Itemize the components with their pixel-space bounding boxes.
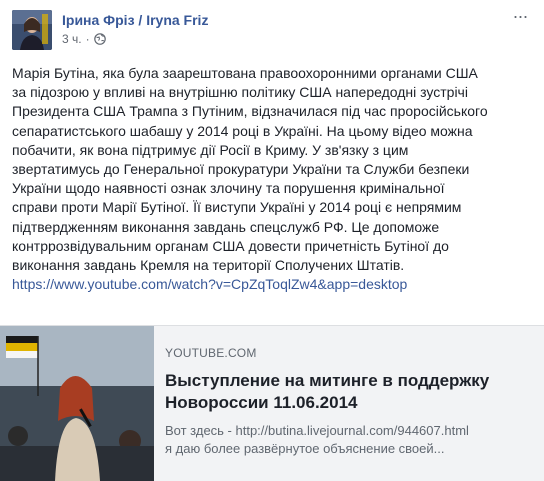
avatar[interactable] (12, 10, 52, 50)
preview-desc-line: Вот здесь - http://butina.livejournal.co… (165, 423, 469, 438)
meta-separator: · (85, 32, 90, 46)
post-text-line: справи проти Марії Бутіної. Її виступи У… (12, 199, 462, 216)
preview-body: YOUTUBE.COM Выступление на митинге в под… (165, 346, 537, 458)
post-text: Марія Бутіна, яка була заарештована прав… (12, 64, 528, 294)
post-timestamp[interactable]: 3 ч. (62, 32, 82, 46)
post-text-line: побачити, як вона підтримує дії Росії в … (12, 141, 409, 158)
post-text-line: контррозвідувальним органам США довести … (12, 237, 449, 254)
preview-title[interactable]: Выступление на митинге в поддержку Новор… (165, 370, 537, 414)
link-preview-card[interactable]: YOUTUBE.COM Выступление на митинге в под… (0, 325, 544, 481)
globe-icon[interactable] (93, 33, 106, 45)
post-text-line: Марія Бутіна, яка була заарештована прав… (12, 65, 478, 81)
youtube-link[interactable]: https://www.youtube.com/watch?v=CpZqToql… (12, 276, 407, 292)
post-meta: 3 ч. · (62, 32, 106, 46)
post-text-line: підтвердженням виконання завдань спецслу… (12, 218, 440, 235)
post-text-line: Президента США Трампа з Путіним, відзнач… (12, 103, 488, 120)
post-text-line: сепаратистського шабашу у 2014 році в Ук… (12, 122, 473, 139)
preview-description: Вот здесь - http://butina.livejournal.co… (165, 422, 537, 458)
preview-desc-line: я даю более развёрнутое объяснение своей… (165, 441, 445, 456)
preview-title-line: Выступление на митинге в поддержку (165, 371, 490, 390)
post-text-line: звертатимусь до Генеральної прокуратури … (12, 161, 470, 178)
post-text-line: України щодо наявності ознак злочину та … (12, 180, 445, 197)
ellipsis-icon[interactable]: ··· (508, 7, 532, 30)
video-thumbnail[interactable] (0, 326, 154, 481)
preview-domain: YOUTUBE.COM (165, 346, 257, 360)
author-name[interactable]: Ірина Фріз / Iryna Friz (62, 12, 208, 28)
post-header: Ірина Фріз / Iryna Friz 3 ч. · ··· (12, 7, 532, 54)
preview-title-line: Новороссии 11.06.2014 (165, 393, 358, 412)
post-text-line: за підозрою у впливі на внутрішню політи… (12, 84, 468, 101)
post-text-line: виконання завдань Кремля на території Сп… (12, 257, 405, 274)
